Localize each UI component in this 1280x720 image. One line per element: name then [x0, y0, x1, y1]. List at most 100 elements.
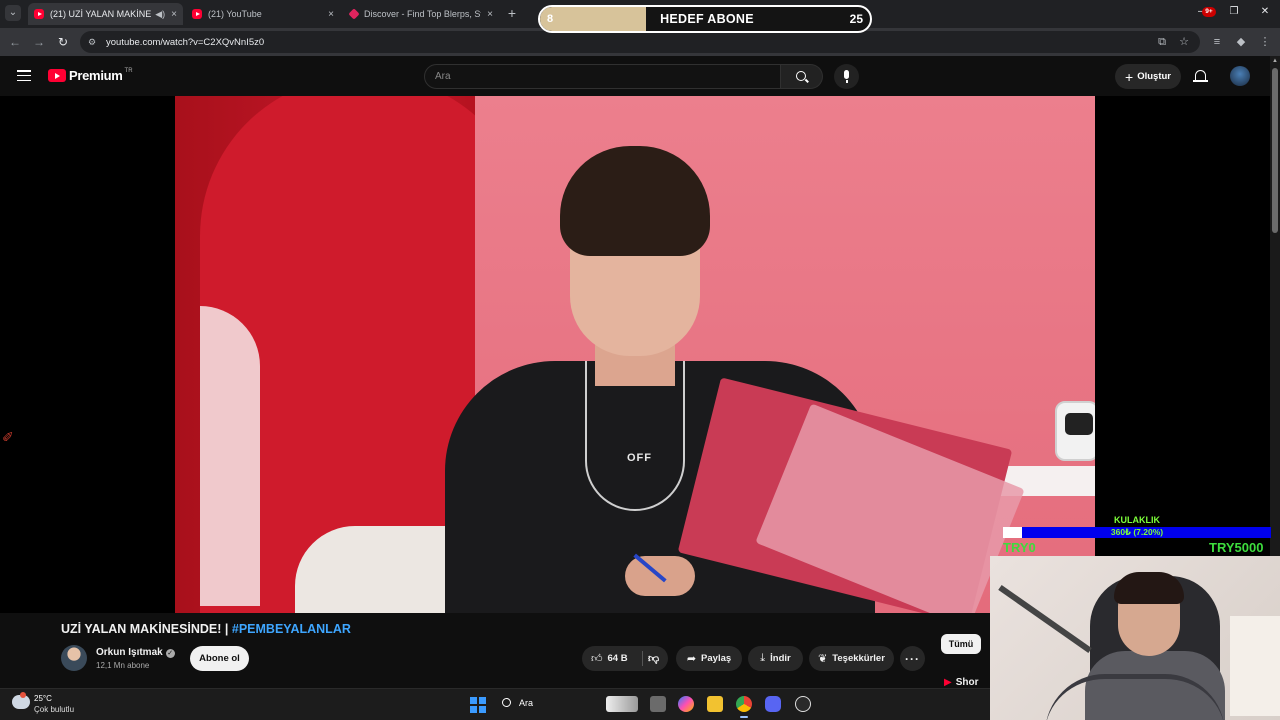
youtube-premium-logo[interactable]: Premium TR: [48, 68, 133, 83]
shorts-shelf-heading: ▶ Shor: [944, 677, 978, 688]
subscriber-goal-target: 25: [849, 12, 863, 26]
search-button[interactable]: [781, 64, 823, 89]
weather-description[interactable]: Çok bulutlu: [34, 705, 74, 714]
bookmark-star-icon[interactable]: ☆: [1177, 35, 1191, 49]
shirt-print-text: OFF: [627, 452, 652, 464]
browser-tab-youtube[interactable]: (21) YouTube ×: [186, 3, 340, 25]
address-bar[interactable]: ⚙ youtube.com/watch?v=C2XQvNnI5z0: [80, 31, 1200, 53]
notification-count-badge: 9+: [1202, 7, 1216, 17]
filter-chip-all[interactable]: Tümü: [941, 634, 981, 654]
donation-goal-progress: 360₺ (7.20%): [1110, 527, 1164, 537]
scroll-up-icon[interactable]: ▲: [1272, 58, 1278, 64]
youtube-favicon-icon: [34, 9, 44, 19]
thanks-button[interactable]: ❦ Teşekkürler: [809, 646, 894, 671]
shorts-icon: ▶: [944, 677, 952, 688]
channel-name[interactable]: Orkun Işıtmak ✓: [96, 647, 175, 658]
account-avatar[interactable]: [1230, 66, 1250, 86]
chrome-icon[interactable]: [736, 696, 752, 718]
back-arrow-icon[interactable]: ←: [7, 34, 23, 50]
youtube-play-icon: [48, 69, 66, 82]
tab-title: Discover - Find Top Blerps, Stre: [364, 9, 482, 19]
browser-menu-icon[interactable]: ⋮: [1258, 35, 1272, 49]
copilot-icon[interactable]: [678, 696, 694, 712]
donation-goal-min: TRY0: [1003, 540, 1036, 555]
streamer-webcam-overlay: [990, 556, 1280, 720]
tab-search-button[interactable]: ⌄: [5, 5, 21, 21]
tab-audio-icon[interactable]: ◀): [155, 9, 165, 20]
microphone-icon: [844, 70, 849, 83]
channel-avatar[interactable]: [61, 645, 87, 671]
thanks-label: Teşekkürler: [832, 653, 885, 664]
notifications-bell-icon[interactable]: [1193, 68, 1209, 84]
forward-arrow-icon[interactable]: →: [31, 34, 47, 50]
reading-list-icon[interactable]: ≡: [1210, 35, 1224, 49]
search-input[interactable]: [425, 65, 780, 88]
video-title-hashtag[interactable]: #PEMBEYALANLAR: [232, 622, 351, 636]
donation-goal-max: TRY5000: [1209, 540, 1264, 555]
reload-icon[interactable]: ↻: [55, 34, 71, 50]
like-count[interactable]: 64 B: [608, 653, 628, 664]
create-label: Oluştur: [1137, 71, 1171, 82]
taskbar-widget-icon[interactable]: [606, 696, 638, 712]
video-radio-prop: [1055, 401, 1095, 461]
logo-region-code: TR: [124, 67, 133, 74]
donation-goal-bar: 360₺ (7.20%): [1003, 527, 1271, 538]
video-frame[interactable]: OFF: [175, 96, 1095, 613]
blerp-favicon-icon: [348, 8, 360, 20]
donation-goal-label: KULAKLIK: [1114, 515, 1160, 525]
extension-icon[interactable]: ◆: [1234, 35, 1248, 49]
share-arrow-icon: ➦: [686, 653, 697, 665]
weather-cloud-icon[interactable]: [12, 692, 30, 709]
tab-close-icon[interactable]: ×: [328, 9, 334, 20]
tab-title: (21) YouTube: [208, 9, 262, 19]
share-button[interactable]: ➦ Paylaş: [676, 646, 742, 671]
video-title-text: UZİ YALAN MAKİNESİNDE! |: [61, 622, 232, 636]
voice-search-button[interactable]: [834, 64, 859, 89]
like-dislike-group: 👍︎ 64 B 👎︎: [582, 646, 668, 671]
subscriber-goal-overlay: 8 HEDEF ABONE 25: [538, 5, 872, 33]
plus-icon: +: [1125, 68, 1134, 85]
address-url: youtube.com/watch?v=C2XQvNnI5z0: [106, 36, 265, 48]
maximize-window-button[interactable]: ❐: [1224, 6, 1244, 17]
scroll-thumb[interactable]: [1272, 68, 1278, 233]
tab-close-icon[interactable]: ×: [487, 9, 493, 20]
new-tab-button[interactable]: +: [504, 5, 520, 21]
download-button[interactable]: ⤓ İndir: [748, 646, 803, 671]
obs-icon[interactable]: [795, 696, 811, 712]
shorts-heading-text: Shor: [955, 677, 979, 688]
windows-start-icon[interactable]: [470, 697, 486, 713]
search-box: [424, 64, 781, 89]
more-actions-button[interactable]: ···: [900, 646, 925, 671]
tab-close-icon[interactable]: ×: [171, 9, 177, 20]
download-label: İndir: [770, 653, 791, 664]
channel-subscriber-count: 12,1 Mn abone: [96, 661, 150, 670]
overlay-logo-icon: ✐: [2, 429, 14, 445]
task-view-icon[interactable]: [650, 696, 666, 712]
channel-name-text[interactable]: Orkun Işıtmak: [96, 647, 163, 658]
taskbar-search-label[interactable]: Ara: [519, 698, 533, 708]
discord-icon[interactable]: [765, 696, 781, 712]
close-window-button[interactable]: ✕: [1255, 6, 1275, 17]
taskbar-search-icon[interactable]: [502, 698, 511, 707]
browser-tab-video[interactable]: (21) UZİ YALAN MAKİNESİNDE! ◀) ×: [28, 3, 183, 25]
menu-icon[interactable]: [17, 70, 31, 82]
download-icon: ⤓: [760, 652, 766, 664]
youtube-header: Premium TR + Oluştur: [0, 56, 1270, 96]
share-label: Paylaş: [701, 653, 732, 664]
subscriber-goal-label: HEDEF ABONE: [660, 12, 754, 26]
install-app-icon[interactable]: ⧉: [1155, 35, 1169, 49]
logo-brand-text: Premium: [69, 68, 123, 83]
verified-check-icon: ✓: [165, 649, 175, 658]
thumbs-down-icon[interactable]: 👎︎: [648, 652, 659, 665]
youtube-favicon-icon: [192, 9, 202, 19]
weather-temperature[interactable]: 25°C: [34, 694, 52, 703]
create-button[interactable]: + Oluştur: [1115, 64, 1181, 89]
video-title: UZİ YALAN MAKİNESİNDE! | #PEMBEYALANLAR: [61, 622, 351, 636]
subscribe-button[interactable]: Abone ol: [190, 646, 249, 671]
tab-title: (21) UZİ YALAN MAKİNESİNDE!: [50, 9, 152, 19]
browser-tab-blerp[interactable]: Discover - Find Top Blerps, Stre ×: [344, 3, 499, 25]
file-explorer-icon[interactable]: [707, 696, 723, 712]
thumbs-up-icon[interactable]: 👍︎: [591, 652, 603, 665]
site-info-icon[interactable]: ⚙: [86, 36, 98, 48]
microphone-arm: [998, 584, 1092, 654]
